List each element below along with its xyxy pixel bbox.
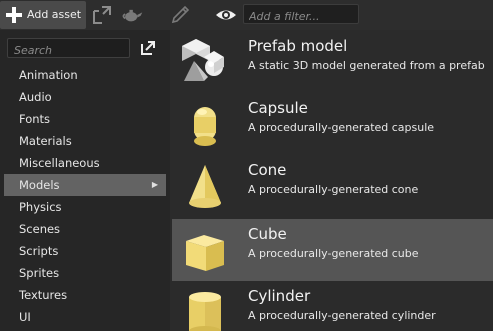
toolbar: Add asset [0, 0, 493, 30]
category-sidebar: Animation Audio Fonts Materials Miscella… [0, 30, 170, 331]
asset-description: A procedurally-generated cube [248, 247, 419, 260]
asset-title: Prefab model [248, 37, 348, 55]
eye-icon[interactable] [214, 3, 238, 27]
edit-pencil-icon[interactable] [168, 3, 192, 27]
cone-icon [189, 165, 221, 208]
asset-item-capsule[interactable]: Capsule A procedurally-generated capsule [172, 93, 493, 155]
asset-description: A static 3D model generated from a prefa… [248, 59, 485, 72]
category-label: Materials [19, 134, 72, 148]
category-physics[interactable]: Physics [0, 196, 170, 218]
asset-item-cube[interactable]: Cube A procedurally-generated cube [172, 219, 493, 281]
asset-item-prefab-model[interactable]: Prefab model A static 3D model generated… [172, 31, 493, 93]
prefab-model-icon [182, 39, 224, 81]
asset-title: Cone [248, 161, 287, 179]
asset-description: A procedurally-generated cone [248, 183, 419, 196]
capsule-icon [194, 107, 216, 146]
category-label: Scenes [19, 222, 61, 236]
category-label: Textures [19, 288, 68, 302]
category-list: Animation Audio Fonts Materials Miscella… [0, 64, 170, 328]
category-audio[interactable]: Audio [0, 86, 170, 108]
collapse-panel-icon[interactable] [139, 39, 157, 57]
replace-asset-icon[interactable] [90, 3, 114, 27]
category-textures[interactable]: Textures [0, 284, 170, 306]
asset-title: Capsule [248, 99, 308, 117]
asset-description: A procedurally-generated cylinder [248, 309, 436, 322]
search-field[interactable] [7, 38, 130, 60]
category-label: Fonts [19, 112, 51, 126]
category-scripts[interactable]: Scripts [0, 240, 170, 262]
category-materials[interactable]: Materials [0, 130, 170, 152]
category-label: Animation [19, 68, 78, 82]
filter-field[interactable] [243, 4, 359, 26]
category-label: Physics [19, 200, 62, 214]
asset-title: Cylinder [248, 287, 311, 305]
asset-item-cylinder[interactable]: Cylinder A procedurally-generated cylind… [172, 281, 493, 331]
category-label: Models [19, 178, 60, 192]
asset-list: Prefab model A static 3D model generated… [170, 30, 493, 331]
add-asset-label: Add asset [27, 8, 82, 21]
category-label: Sprites [19, 266, 60, 280]
chevron-right-icon: ▶ [151, 180, 158, 189]
category-label: Audio [19, 90, 52, 104]
asset-title: Cube [248, 225, 287, 243]
cylinder-icon [189, 292, 221, 331]
category-fonts[interactable]: Fonts [0, 108, 170, 130]
category-animation[interactable]: Animation [0, 64, 170, 86]
cube-icon [186, 235, 224, 271]
category-label: Miscellaneous [19, 156, 100, 170]
category-scenes[interactable]: Scenes [0, 218, 170, 240]
plus-icon [6, 7, 22, 23]
category-sprites[interactable]: Sprites [0, 262, 170, 284]
category-ui[interactable]: UI [0, 306, 170, 328]
category-models[interactable]: Models ▶ [4, 174, 166, 196]
category-miscellaneous[interactable]: Miscellaneous [0, 152, 170, 174]
asset-description: A procedurally-generated capsule [248, 121, 435, 134]
teapot-icon[interactable] [120, 3, 144, 27]
category-label: Scripts [19, 244, 59, 258]
asset-item-cone[interactable]: Cone A procedurally-generated cone [172, 155, 493, 217]
add-asset-button[interactable]: Add asset [0, 1, 86, 29]
search-input[interactable] [8, 41, 129, 60]
filter-input[interactable] [244, 7, 358, 26]
category-label: UI [19, 310, 31, 324]
